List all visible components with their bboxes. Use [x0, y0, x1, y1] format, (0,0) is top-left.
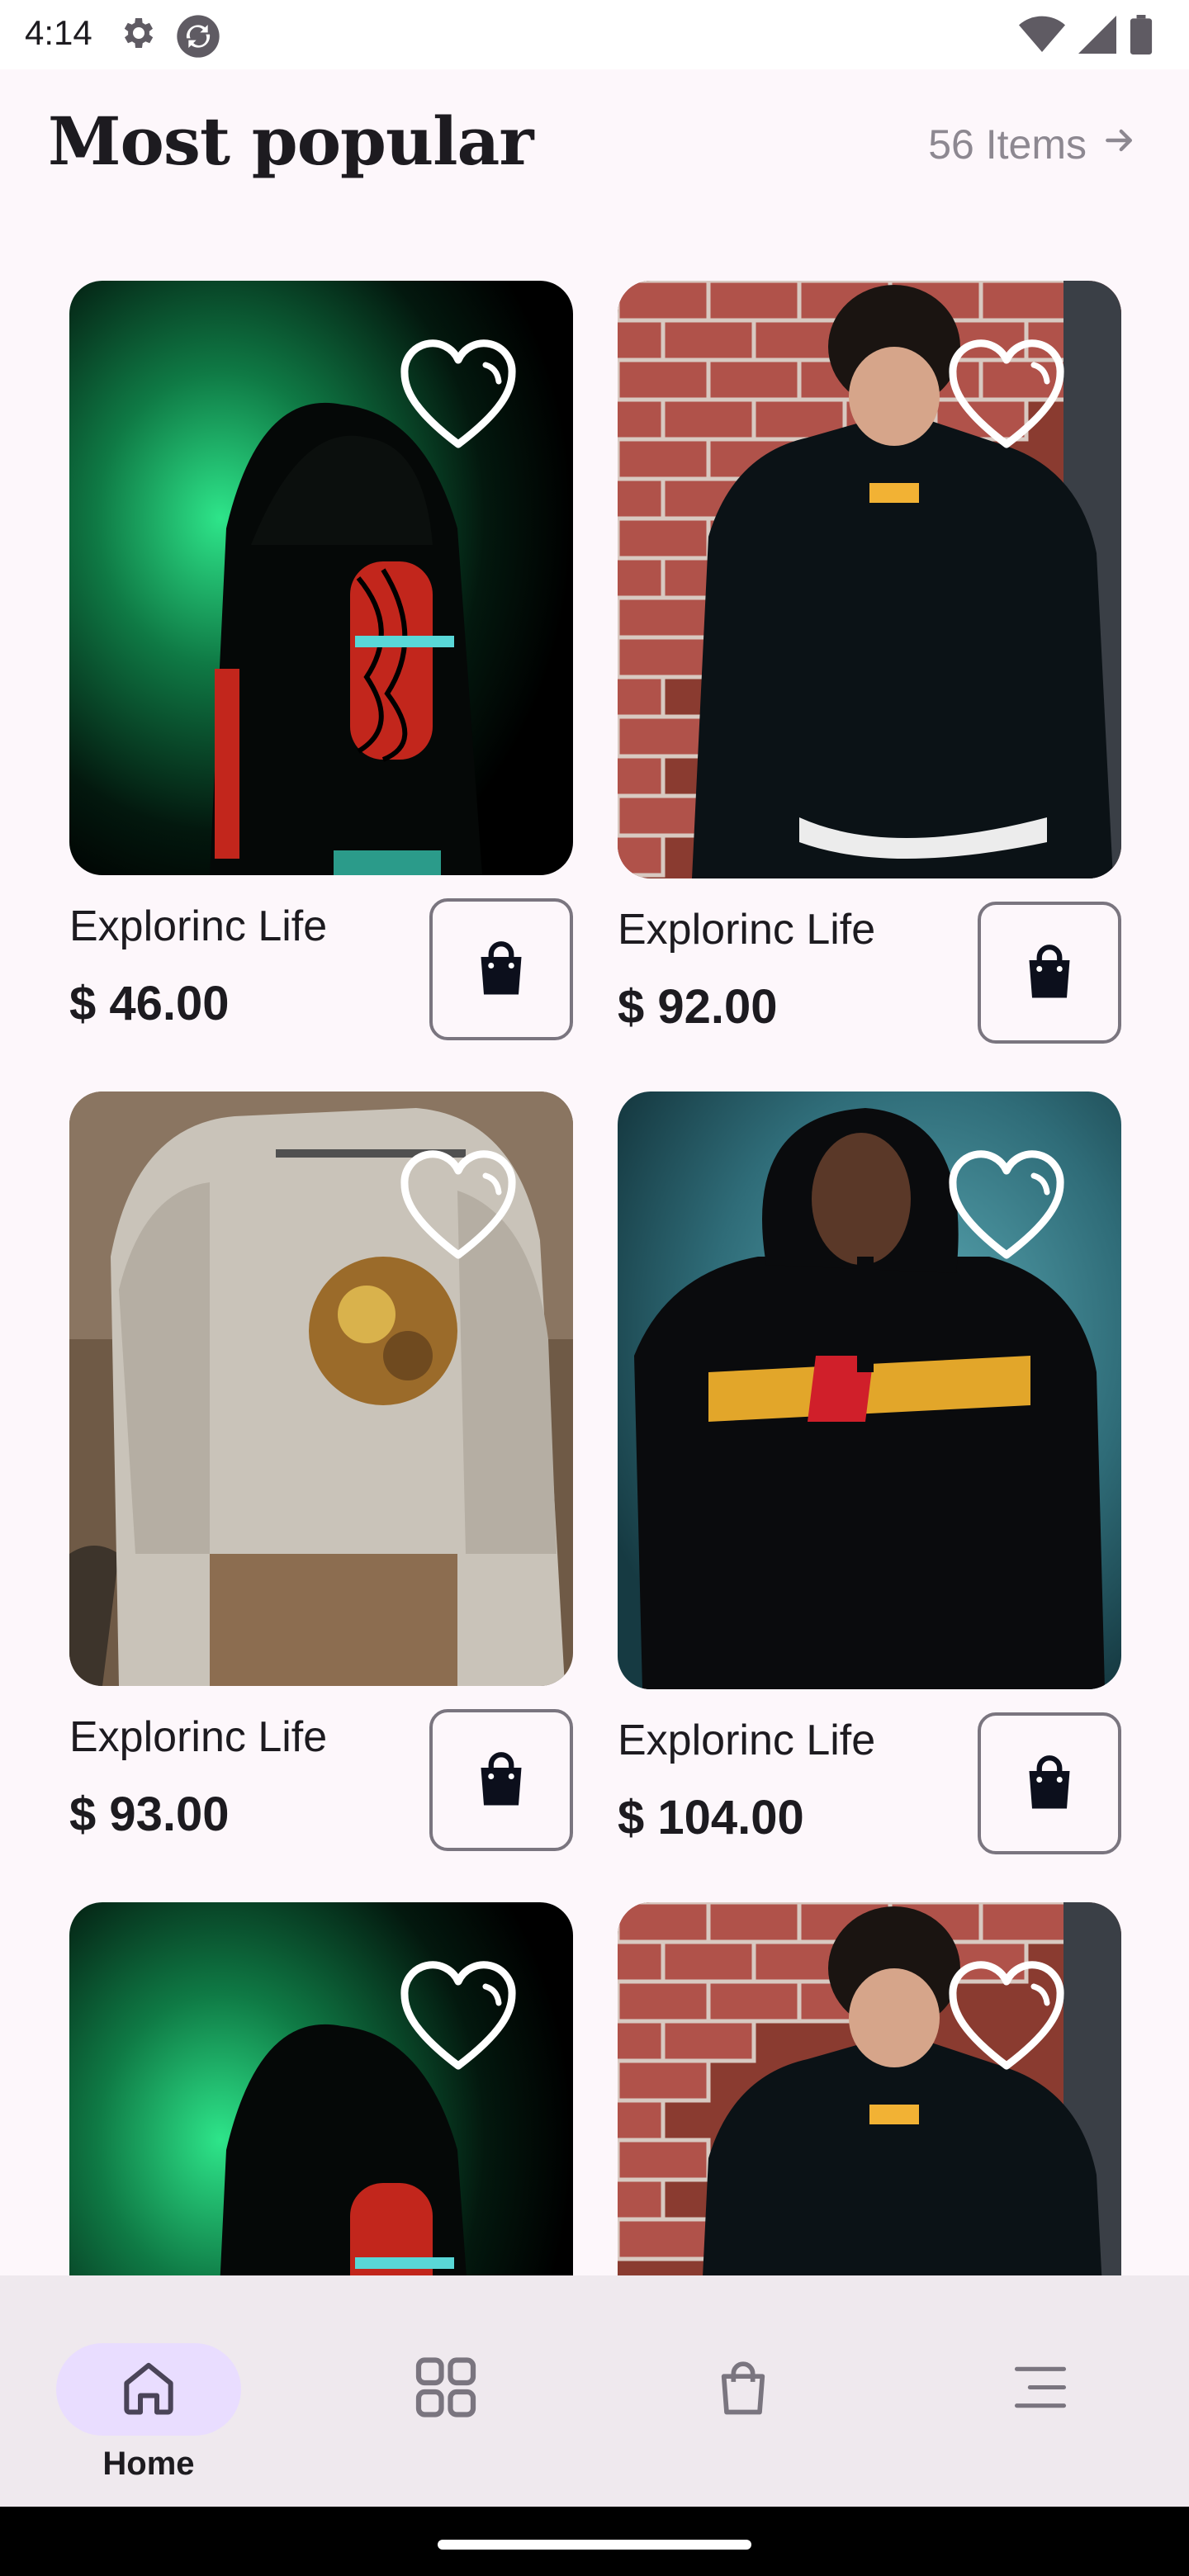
app-screen: 4:14 Most popular 56 Items Explorinc Lif… [0, 0, 1189, 2576]
shopping-bag-icon [710, 2355, 776, 2425]
items-count-link[interactable]: 56 Items [928, 121, 1138, 168]
nav-item-home[interactable]: Home [0, 2308, 297, 2482]
gear-icon [117, 13, 157, 64]
shopping-bag-icon [1015, 937, 1084, 1009]
product-card[interactable]: Explorinc Life $ 93.00 [69, 1091, 573, 1854]
add-to-cart-button[interactable] [429, 1709, 573, 1851]
status-right-icons [1019, 15, 1153, 59]
header: Most popular 56 Items [0, 69, 1189, 234]
home-gesture-handle[interactable] [438, 2540, 751, 2550]
product-price: $ 93.00 [69, 1788, 230, 1841]
status-bar: 4:14 [0, 0, 1189, 69]
favorite-heart-icon[interactable] [398, 1149, 519, 1265]
status-time: 4:14 [25, 13, 92, 52]
home-icon [116, 2355, 182, 2425]
product-image[interactable] [69, 281, 573, 875]
product-image[interactable] [618, 1902, 1121, 2275]
wifi-icon [1019, 15, 1065, 59]
add-to-cart-button[interactable] [978, 902, 1121, 1044]
product-card[interactable]: Explorinc Life $ 92.00 [618, 281, 1121, 1044]
product-image[interactable] [618, 1091, 1121, 1689]
product-name: Explorinc Life [618, 1717, 876, 1764]
nav-item-menu[interactable] [892, 2308, 1189, 2474]
nav-label-home: Home [102, 2446, 195, 2482]
favorite-heart-icon[interactable] [946, 1149, 1067, 1265]
nav-item-categories[interactable] [297, 2308, 594, 2474]
gesture-navigation-bar [0, 2507, 1189, 2576]
product-name: Explorinc Life [69, 902, 328, 950]
menu-icon [1009, 2356, 1072, 2423]
product-card[interactable]: Explorinc Life $ 104.00 [618, 1091, 1121, 1854]
add-to-cart-button[interactable] [429, 898, 573, 1040]
product-name: Explorinc Life [69, 1713, 328, 1761]
product-price: $ 92.00 [618, 980, 778, 1034]
favorite-heart-icon[interactable] [398, 339, 519, 454]
shopping-bag-icon [467, 1745, 536, 1816]
battery-icon [1130, 15, 1153, 59]
favorite-heart-icon[interactable] [946, 339, 1067, 454]
items-count-label: 56 Items [928, 121, 1087, 168]
page-title: Most popular [48, 102, 534, 180]
product-image[interactable] [69, 1091, 573, 1686]
product-card[interactable] [618, 1902, 1121, 2275]
favorite-heart-icon[interactable] [398, 1960, 519, 2076]
product-card[interactable]: Explorinc Life $ 46.00 [69, 281, 573, 1044]
arrow-right-icon [1101, 121, 1138, 168]
status-left-icons [117, 13, 221, 64]
shopping-bag-icon [467, 934, 536, 1006]
signal-icon [1078, 16, 1116, 58]
add-to-cart-button[interactable] [978, 1712, 1121, 1854]
product-price: $ 104.00 [618, 1791, 804, 1844]
product-image[interactable] [69, 1902, 573, 2275]
product-price: $ 46.00 [69, 977, 230, 1030]
product-name: Explorinc Life [618, 906, 876, 954]
product-card[interactable] [69, 1902, 573, 2275]
product-image[interactable] [618, 281, 1121, 878]
shopping-bag-icon [1015, 1748, 1084, 1820]
grid-icon [410, 2351, 482, 2428]
favorite-heart-icon[interactable] [946, 1960, 1067, 2076]
nav-item-bag[interactable] [594, 2308, 892, 2474]
sync-icon [175, 13, 221, 64]
bottom-navigation: Home [0, 2275, 1189, 2507]
